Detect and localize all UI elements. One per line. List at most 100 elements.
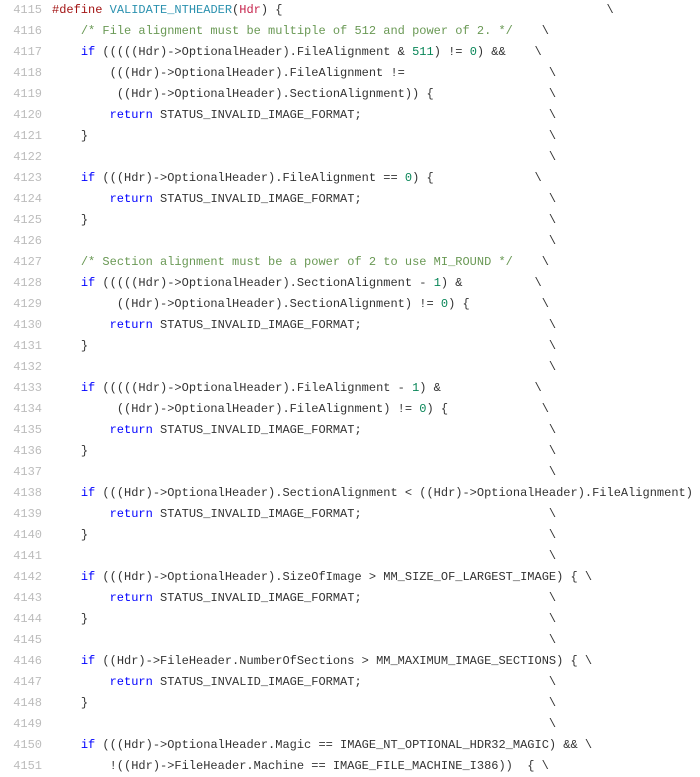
code-line: 4127 /* Section alignment must be a powe…: [0, 252, 700, 273]
line-number: 4129: [0, 294, 52, 315]
code-token: return: [110, 507, 153, 521]
line-number: 4131: [0, 336, 52, 357]
code-token: ) & \: [441, 276, 542, 290]
code-content: \: [52, 231, 700, 252]
code-block: 4115#define VALIDATE_NTHEADER(Hdr) { \41…: [0, 0, 700, 777]
code-line: 4140 } \: [0, 525, 700, 546]
code-token: return: [110, 108, 153, 122]
line-number: 4134: [0, 399, 52, 420]
code-line: 4132 \: [0, 357, 700, 378]
code-line: 4149 \: [0, 714, 700, 735]
code-token: 0: [441, 297, 448, 311]
code-content: \: [52, 630, 700, 651]
line-number: 4121: [0, 126, 52, 147]
code-line: 4120 return STATUS_INVALID_IMAGE_FORMAT;…: [0, 105, 700, 126]
code-content: #define VALIDATE_NTHEADER(Hdr) { \: [52, 0, 700, 21]
code-token: return: [110, 675, 153, 689]
code-token: ) !=: [434, 45, 470, 59]
code-content: if (((((Hdr)->OptionalHeader).FileAlignm…: [52, 378, 700, 399]
line-number: 4127: [0, 252, 52, 273]
code-line: 4116 /* File alignment must be multiple …: [0, 21, 700, 42]
line-number: 4140: [0, 525, 52, 546]
code-token: ) & \: [419, 381, 541, 395]
code-line: 4143 return STATUS_INVALID_IMAGE_FORMAT;…: [0, 588, 700, 609]
code-line: 4134 ((Hdr)->OptionalHeader).FileAlignme…: [0, 399, 700, 420]
code-line: 4128 if (((((Hdr)->OptionalHeader).Secti…: [0, 273, 700, 294]
code-line: 4119 ((Hdr)->OptionalHeader).SectionAlig…: [0, 84, 700, 105]
code-token: 0: [470, 45, 477, 59]
code-token: \: [513, 255, 549, 269]
code-token: ) { \: [448, 297, 549, 311]
code-content: !((Hdr)->FileHeader.Machine == IMAGE_FIL…: [52, 756, 700, 777]
code-token: \: [52, 717, 556, 731]
code-line: 4130 return STATUS_INVALID_IMAGE_FORMAT;…: [0, 315, 700, 336]
code-content: (((Hdr)->OptionalHeader).FileAlignment !…: [52, 63, 700, 84]
code-token: return: [110, 318, 153, 332]
code-token: } \: [81, 129, 556, 143]
code-content: return STATUS_INVALID_IMAGE_FORMAT; \: [52, 189, 700, 210]
code-line: 4146 if ((Hdr)->FileHeader.NumberOfSecti…: [0, 651, 700, 672]
line-number: 4150: [0, 735, 52, 756]
code-token: \: [513, 24, 549, 38]
code-token: STATUS_INVALID_IMAGE_FORMAT; \: [153, 507, 556, 521]
code-token: return: [110, 192, 153, 206]
code-token: \: [52, 150, 556, 164]
code-token: STATUS_INVALID_IMAGE_FORMAT; \: [153, 108, 556, 122]
code-token: VALIDATE_NTHEADER: [110, 3, 232, 17]
code-token: if: [81, 171, 95, 185]
code-line: 4117 if (((((Hdr)->OptionalHeader).FileA…: [0, 42, 700, 63]
line-number: 4130: [0, 315, 52, 336]
code-content: if (((Hdr)->OptionalHeader).SectionAlign…: [52, 483, 700, 504]
code-line: 4147 return STATUS_INVALID_IMAGE_FORMAT;…: [0, 672, 700, 693]
code-token: 1: [434, 276, 441, 290]
code-content: return STATUS_INVALID_IMAGE_FORMAT; \: [52, 420, 700, 441]
code-content: if (((Hdr)->OptionalHeader.Magic == IMAG…: [52, 735, 700, 756]
code-content: if (((((Hdr)->OptionalHeader).SectionAli…: [52, 273, 700, 294]
code-token: if: [81, 570, 95, 584]
line-number: 4147: [0, 672, 52, 693]
code-token: } \: [81, 213, 556, 227]
code-content: if (((((Hdr)->OptionalHeader).FileAlignm…: [52, 42, 700, 63]
code-token: \: [52, 549, 556, 563]
code-token: (((Hdr)->OptionalHeader).SizeOfImage > M…: [95, 570, 592, 584]
code-token: ((Hdr)->OptionalHeader).SectionAlignment…: [117, 87, 556, 101]
code-token: return: [110, 423, 153, 437]
code-line: 4121 } \: [0, 126, 700, 147]
line-number: 4144: [0, 609, 52, 630]
code-token: Hdr: [239, 3, 261, 17]
code-content: return STATUS_INVALID_IMAGE_FORMAT; \: [52, 105, 700, 126]
code-content: \: [52, 714, 700, 735]
code-token: 511: [412, 45, 434, 59]
code-content: } \: [52, 126, 700, 147]
line-number: 4122: [0, 147, 52, 168]
code-token: (((Hdr)->OptionalHeader).SectionAlignmen…: [95, 486, 700, 500]
code-token: #define: [52, 3, 102, 17]
code-token: STATUS_INVALID_IMAGE_FORMAT; \: [153, 318, 556, 332]
code-token: (((((Hdr)->OptionalHeader).SectionAlignm…: [95, 276, 433, 290]
code-token: if: [81, 486, 95, 500]
code-line: 4141 \: [0, 546, 700, 567]
code-line: 4133 if (((((Hdr)->OptionalHeader).FileA…: [0, 378, 700, 399]
code-token: ) { \: [261, 3, 614, 17]
code-line: 4115#define VALIDATE_NTHEADER(Hdr) { \: [0, 0, 700, 21]
line-number: 4135: [0, 420, 52, 441]
code-line: 4136 } \: [0, 441, 700, 462]
code-line: 4139 return STATUS_INVALID_IMAGE_FORMAT;…: [0, 504, 700, 525]
code-token: if: [81, 738, 95, 752]
code-content: \: [52, 147, 700, 168]
code-line: 4135 return STATUS_INVALID_IMAGE_FORMAT;…: [0, 420, 700, 441]
code-token: } \: [81, 444, 556, 458]
code-line: 4118 (((Hdr)->OptionalHeader).FileAlignm…: [0, 63, 700, 84]
code-token: \: [52, 234, 556, 248]
line-number: 4139: [0, 504, 52, 525]
code-line: 4142 if (((Hdr)->OptionalHeader).SizeOfI…: [0, 567, 700, 588]
code-token: } \: [81, 612, 556, 626]
line-number: 4128: [0, 273, 52, 294]
line-number: 4141: [0, 546, 52, 567]
code-content: return STATUS_INVALID_IMAGE_FORMAT; \: [52, 672, 700, 693]
code-content: ((Hdr)->OptionalHeader).SectionAlignment…: [52, 84, 700, 105]
code-token: STATUS_INVALID_IMAGE_FORMAT; \: [153, 591, 556, 605]
code-line: 4151 !((Hdr)->FileHeader.Machine == IMAG…: [0, 756, 700, 777]
line-number: 4118: [0, 63, 52, 84]
code-token: ((Hdr)->OptionalHeader).SectionAlignment…: [117, 297, 441, 311]
